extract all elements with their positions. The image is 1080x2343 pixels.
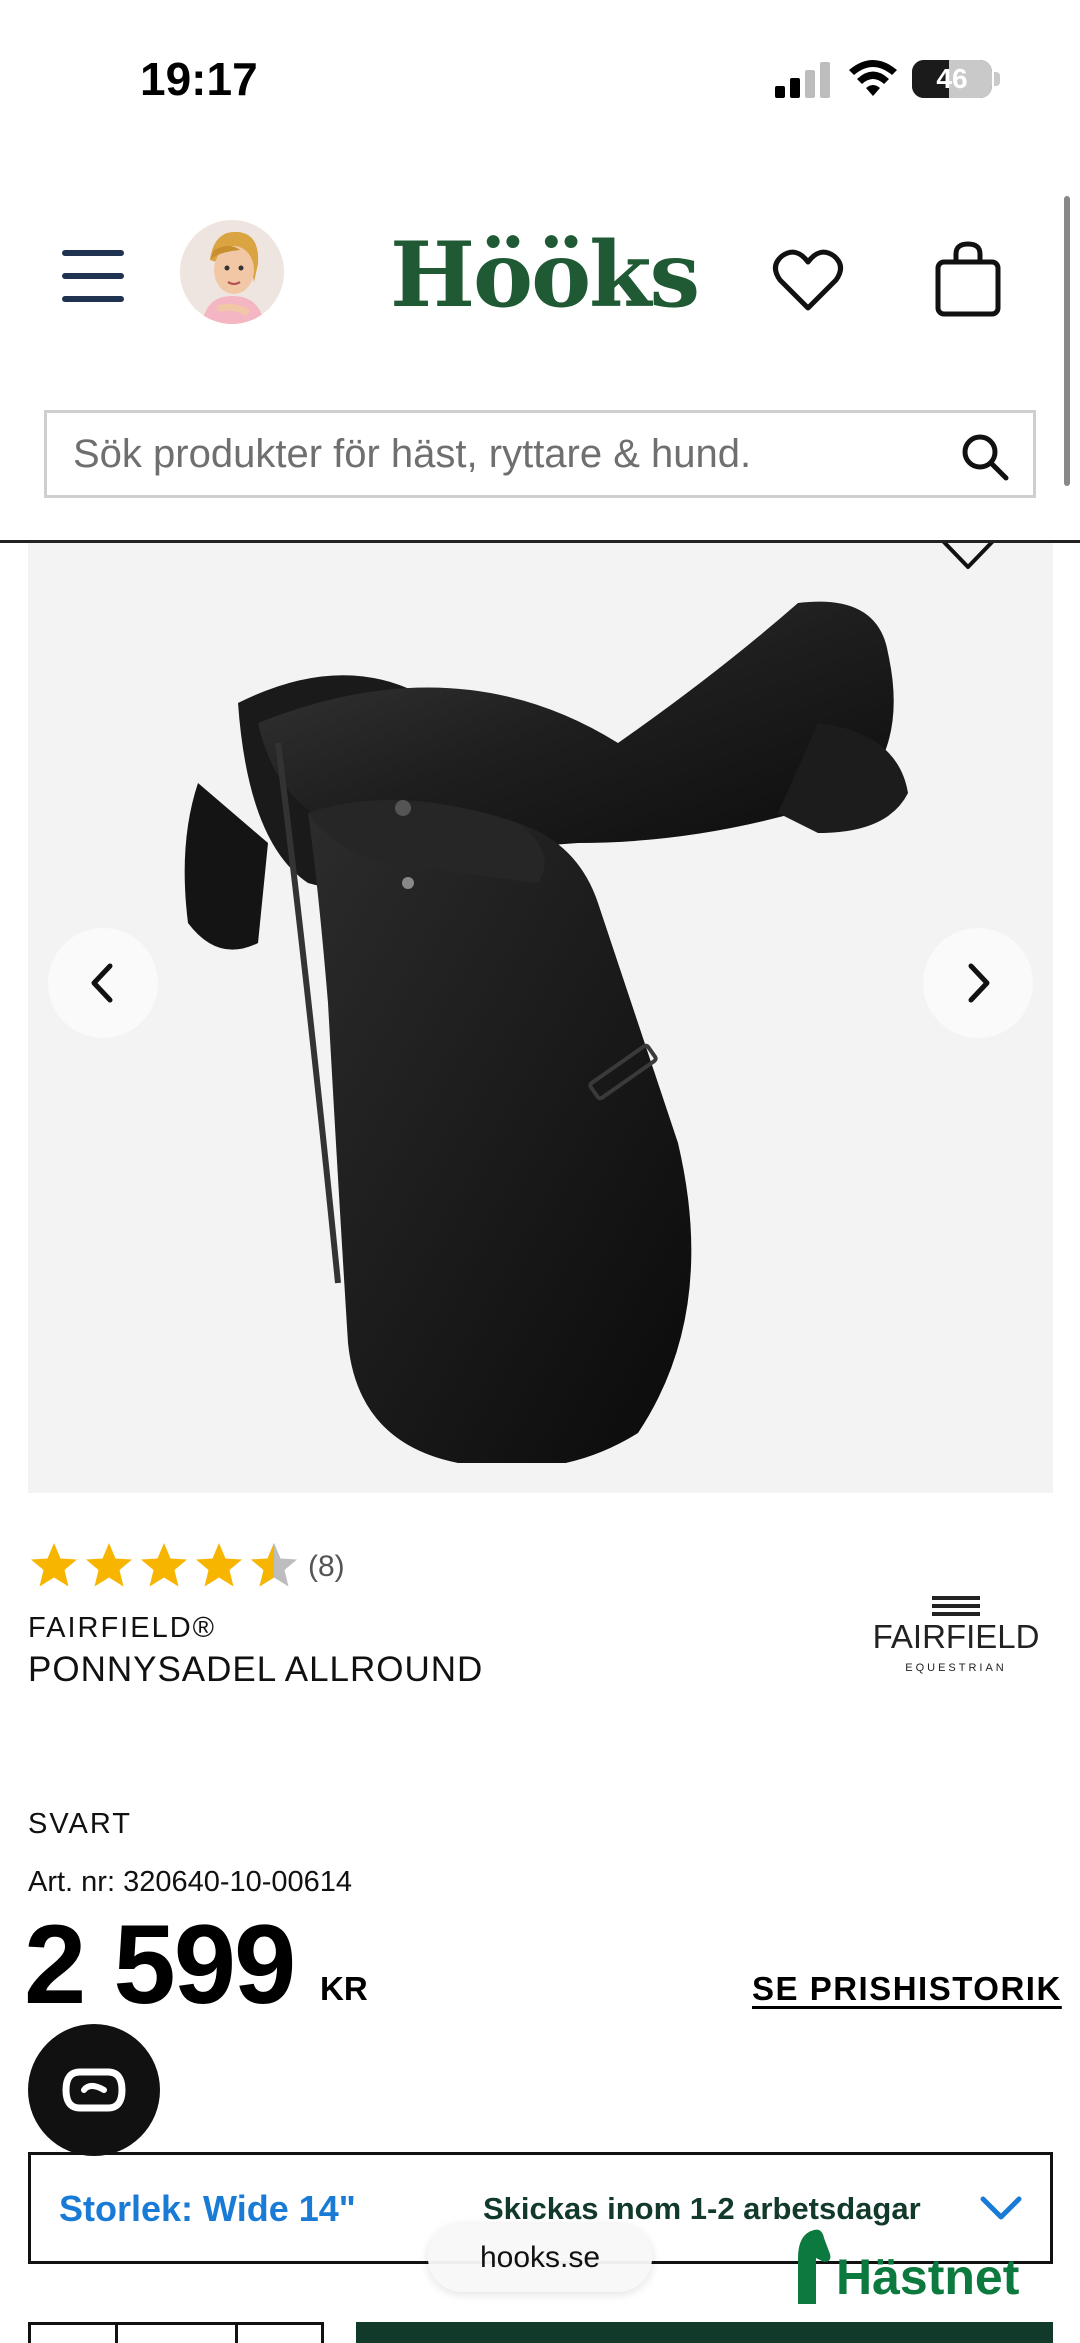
article-number: Art. nr: 320640-10-00614	[28, 1866, 353, 1898]
battery-indicator: 46	[912, 60, 992, 98]
wishlist-heart-icon[interactable]	[772, 248, 844, 314]
avatar-illustration	[180, 220, 284, 324]
chat-icon	[62, 2068, 126, 2112]
product-title: PONNYSADEL ALLROUND	[28, 1650, 484, 1689]
star-icon	[31, 1543, 77, 1587]
chat-button[interactable]	[28, 2024, 160, 2156]
battery-cap	[994, 72, 1000, 86]
search-bar	[44, 410, 1036, 498]
price-history-link[interactable]: SE PRISHISTORIK	[752, 1970, 1062, 2008]
half-star-icon	[251, 1543, 297, 1587]
chevron-left-icon	[91, 963, 113, 1003]
hastnet-badge[interactable]: Hästnet	[788, 2226, 1038, 2306]
avatar[interactable]	[180, 220, 284, 324]
star-icon	[141, 1543, 187, 1587]
product-image-gallery[interactable]	[28, 543, 1053, 1493]
gallery-next-button[interactable]	[923, 928, 1033, 1038]
cellular-signal-icon	[775, 62, 830, 98]
battery-level: 46	[936, 63, 968, 94]
rating-count[interactable]: (8)	[308, 1550, 345, 1584]
star-icon	[86, 1543, 132, 1587]
chevron-right-icon	[968, 963, 990, 1003]
browser-url-bar[interactable]: hooks.se	[428, 2224, 652, 2292]
search-input[interactable]	[73, 413, 953, 495]
hastnet-label: Hästnet	[836, 2249, 1020, 2305]
site-header: Hööks	[0, 190, 1080, 370]
gallery-previous-button[interactable]	[48, 928, 158, 1038]
brand-logo-text: FAIRFIELD	[873, 1618, 1040, 1655]
status-time: 19:17	[140, 53, 258, 105]
product-color: SVART	[28, 1808, 133, 1840]
quantity-separator	[115, 2325, 118, 2343]
hamburger-menu-icon[interactable]	[62, 250, 124, 302]
chevron-down-icon	[980, 2196, 1022, 2220]
selected-size: Storlek: Wide 14"	[59, 2188, 356, 2229]
horse-head-icon	[798, 2229, 831, 2304]
shipping-info: Skickas inom 1-2 arbetsdagar	[483, 2191, 921, 2226]
quantity-separator	[235, 2325, 238, 2343]
star-icon	[196, 1543, 242, 1587]
quantity-stepper[interactable]	[28, 2322, 324, 2343]
brand-logo-subtext: EQUESTRIAN	[905, 1662, 1007, 1674]
shopping-bag-icon[interactable]	[932, 240, 1004, 318]
status-bar: 19:17 46	[0, 0, 1080, 150]
price-currency: KR	[320, 1970, 368, 2007]
add-to-wishlist-heart-icon[interactable]	[933, 543, 1003, 573]
site-logo[interactable]: Hööks	[390, 222, 700, 328]
wifi-icon	[849, 60, 897, 96]
brand-logo[interactable]: FAIRFIELD EQUESTRIAN	[858, 1594, 1054, 1678]
product-image-saddle	[184, 601, 908, 1463]
add-to-cart-button[interactable]	[356, 2322, 1053, 2343]
product-price: 2 599	[24, 1902, 296, 2027]
scrollbar[interactable]	[1064, 196, 1070, 486]
product-brand[interactable]: FAIRFIELD®	[28, 1612, 216, 1645]
search-icon[interactable]	[959, 431, 1011, 483]
